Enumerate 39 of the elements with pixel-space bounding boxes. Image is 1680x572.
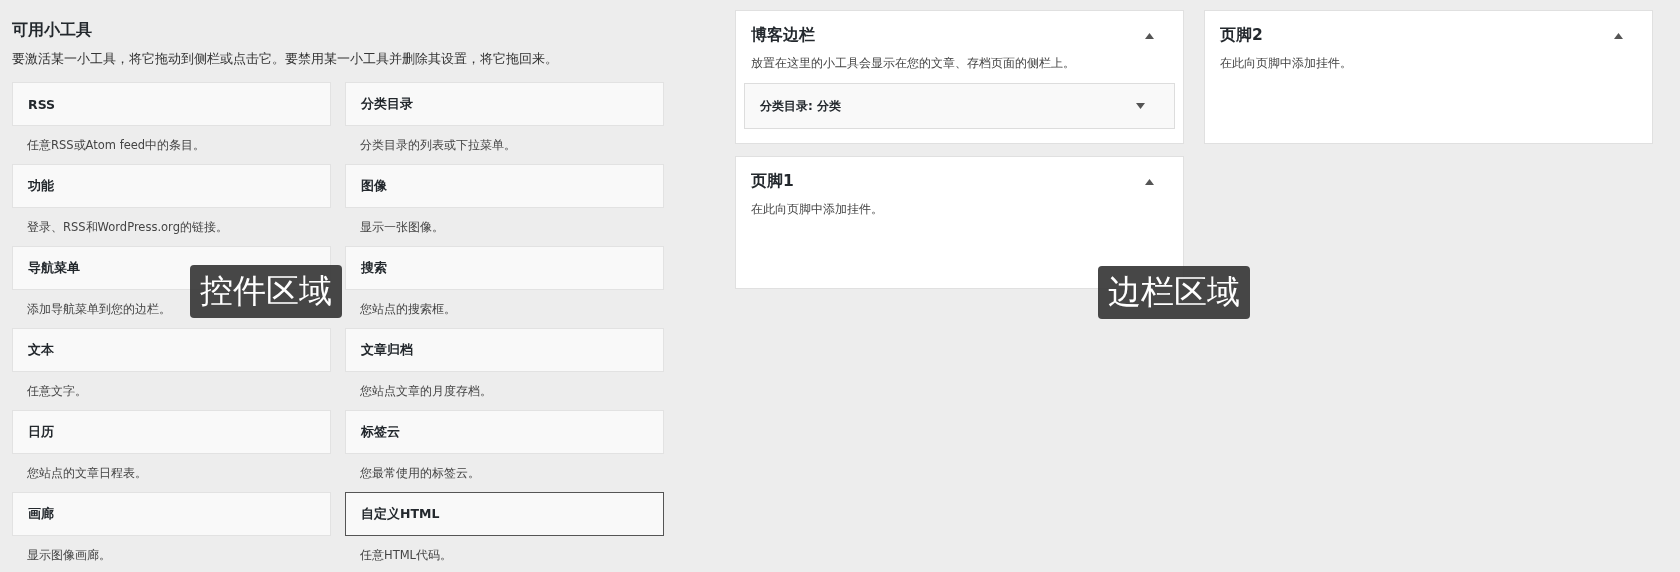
sidebar-title: 页脚2 (1220, 25, 1263, 46)
widget-title: 分类目录: 分类 (760, 97, 841, 115)
widget-item[interactable]: RSS (12, 82, 331, 126)
widget-description: 您站点文章的月度存档。 (360, 383, 492, 399)
widget-description: 您最常使用的标签云。 (360, 465, 480, 481)
widget-item[interactable]: 搜索 (345, 246, 664, 290)
widget-item[interactable]: 画廊 (12, 492, 331, 536)
expand-arrow-icon[interactable] (1136, 103, 1145, 109)
widget-description: 添加导航菜单到您的边栏。 (27, 301, 171, 317)
collapse-arrow-icon[interactable] (1145, 32, 1154, 39)
widget-item[interactable]: 图像 (345, 164, 664, 208)
sidebar-description: 在此向页脚中添加挂件。 (751, 202, 884, 217)
widget-description: 显示一张图像。 (360, 219, 444, 235)
section-description: 要激活某一小工具，将它拖动到侧栏或点击它。要禁用某一小工具并删除其设置，将它拖回来。 (12, 51, 559, 68)
widget-item[interactable]: 文章归档 (345, 328, 664, 372)
widget-description: 任意文字。 (27, 383, 87, 399)
widget-item[interactable]: 分类目录 (345, 82, 664, 126)
widget-description: 显示图像画廊。 (27, 547, 111, 563)
sidebar-description: 在此向页脚中添加挂件。 (1220, 56, 1353, 71)
collapse-arrow-icon[interactable] (1145, 178, 1154, 185)
sidebar-title: 博客边栏 (751, 25, 815, 46)
sidebar-description: 放置在这里的小工具会显示在您的文章、存档页面的侧栏上。 (751, 56, 1076, 71)
sidebar-widget[interactable]: 分类目录: 分类 (744, 83, 1175, 129)
widget-description: 分类目录的列表或下拉菜单。 (360, 137, 516, 153)
sidebar-title: 页脚1 (751, 171, 794, 192)
widget-description: 任意HTML代码。 (360, 547, 452, 563)
annotation-tooltip: 边栏区域 (1098, 266, 1250, 319)
widget-description: 您站点的搜索框。 (360, 301, 456, 317)
section-title: 可用小工具 (12, 20, 93, 41)
widget-description: 您站点的文章日程表。 (27, 465, 147, 481)
widget-item[interactable]: 功能 (12, 164, 331, 208)
widget-description: 任意RSS或Atom feed中的条目。 (27, 137, 206, 153)
collapse-arrow-icon[interactable] (1614, 32, 1623, 39)
widget-item[interactable]: 日历 (12, 410, 331, 454)
widget-item[interactable]: 标签云 (345, 410, 664, 454)
widget-item[interactable]: 自定义HTML (345, 492, 664, 536)
widget-item[interactable]: 文本 (12, 328, 331, 372)
annotation-tooltip: 控件区域 (190, 265, 342, 318)
widget-description: 登录、RSS和WordPress.org的链接。 (27, 219, 228, 235)
